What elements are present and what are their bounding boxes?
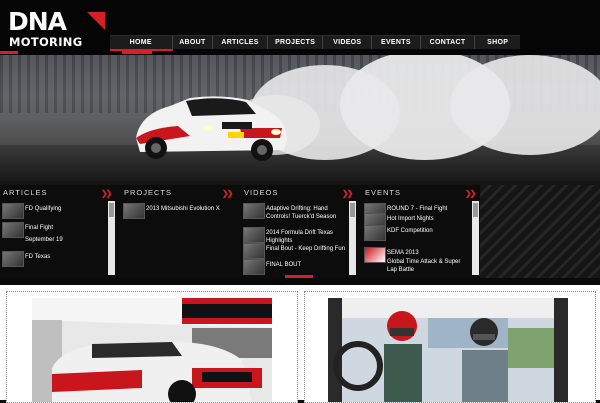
articles-heading[interactable]: ARTICLES	[3, 188, 48, 197]
videos-heading[interactable]: VIDEOS	[244, 188, 278, 197]
article-thumbnail	[2, 203, 24, 219]
videos-column: VIDEOS ❯❯ Adaptive Drifting: Hand Contro…	[241, 185, 359, 278]
nav-contact[interactable]: CONTACT	[421, 36, 476, 49]
events-column: EVENTS ❯❯ ROUND 7 - Final Fight Hot Impo…	[362, 185, 480, 278]
logo-flag-icon	[87, 12, 105, 30]
list-item[interactable]: Adaptive Drifting: Hand Controls! Tuerck…	[241, 203, 349, 225]
nav-about[interactable]: ABOUT	[173, 36, 214, 49]
nav-events[interactable]: EVENTS	[372, 36, 421, 49]
scrollbar-thumb[interactable]	[473, 203, 478, 217]
video-title[interactable]: Adaptive Drifting: Hand Controls! Tuerck…	[266, 205, 346, 221]
nav-shop[interactable]: SHOP	[475, 36, 520, 49]
events-scrollbar[interactable]	[472, 201, 479, 275]
header-accent-stripe	[0, 51, 18, 54]
video-thumbnail	[243, 259, 265, 275]
video-thumbnail	[243, 243, 265, 259]
header-accent-stripe	[122, 51, 152, 54]
main-nav: HOME ABOUT ARTICLES PROJECTS VIDEOS EVEN…	[110, 35, 520, 51]
nav-videos[interactable]: VIDEOS	[323, 36, 373, 49]
events-heading[interactable]: EVENTS	[365, 188, 401, 197]
strip-accent-stripe	[285, 275, 313, 278]
nav-home[interactable]: HOME	[110, 36, 173, 51]
videos-scrollbar[interactable]	[349, 201, 356, 275]
article-title[interactable]: FD Texas	[25, 253, 105, 261]
nav-articles[interactable]: ARTICLES	[213, 36, 268, 49]
list-item[interactable]: Final Bout - Keep Drifting Fun	[241, 243, 349, 259]
nav-projects[interactable]: PROJECTS	[268, 36, 324, 49]
double-chevron-right-icon[interactable]: ❯❯	[222, 189, 233, 198]
projects-heading[interactable]: PROJECTS	[124, 188, 172, 197]
drift-car-image	[136, 96, 287, 161]
list-item[interactable]: 2013 Mitsubishi Evolution X	[121, 203, 239, 221]
double-chevron-right-icon[interactable]: ❯❯	[101, 189, 112, 198]
projects-column: PROJECTS ❯❯ 2013 Mitsubishi Evolution X	[121, 185, 239, 278]
articles-scrollbar[interactable]	[108, 201, 115, 275]
double-chevron-right-icon[interactable]: ❯❯	[465, 189, 476, 198]
dna-motoring-logo[interactable]: DNA MOTORING	[8, 7, 105, 49]
list-item[interactable]: FD Texas	[0, 251, 100, 269]
video-thumbnail	[243, 227, 265, 243]
scrollbar-thumb[interactable]	[109, 203, 114, 217]
event-title[interactable]: Hot Import Nights	[387, 215, 467, 223]
event-thumbnail	[364, 225, 386, 241]
video-thumbnail	[243, 203, 265, 219]
project-thumbnail	[123, 203, 145, 219]
list-item[interactable]: Global Time Attack & Super Lap Battle	[362, 256, 472, 274]
list-item[interactable]: September 19	[0, 234, 100, 252]
list-item[interactable]: FD Qualifying	[0, 203, 100, 221]
garage-photo[interactable]	[32, 298, 272, 402]
site-header: DNA MOTORING HOME ABOUT ARTICLES PROJECT…	[0, 0, 600, 55]
logo-wordmark-bottom: MOTORING	[9, 35, 83, 49]
content-strip: ARTICLES ❯❯ FD Qualifying Final Fight Se…	[0, 185, 600, 278]
list-item[interactable]: KDF Competition	[362, 225, 472, 243]
article-title[interactable]: Final Fight	[25, 224, 105, 232]
video-title[interactable]: FINAL BOUT	[266, 261, 346, 269]
feature-section	[0, 285, 600, 403]
project-title[interactable]: 2013 Mitsubishi Evolution X	[146, 205, 238, 213]
logo-wordmark-top: DNA	[8, 7, 67, 36]
hero-banner[interactable]	[0, 55, 600, 185]
video-title[interactable]: Final Bout - Keep Drifting Fun	[266, 245, 346, 253]
event-title[interactable]: KDF Competition	[387, 227, 467, 235]
in-car-photo[interactable]	[328, 298, 568, 402]
event-title[interactable]: Global Time Attack & Super Lap Battle	[387, 258, 467, 274]
event-title[interactable]: ROUND 7 - Final Fight	[387, 205, 467, 213]
article-title[interactable]: September 19	[25, 236, 105, 244]
articles-column: ARTICLES ❯❯ FD Qualifying Final Fight Se…	[0, 185, 118, 278]
list-item[interactable]: FINAL BOUT	[241, 259, 349, 275]
article-thumbnail	[2, 251, 24, 267]
smoke-cloud	[450, 55, 600, 155]
scrollbar-thumb[interactable]	[350, 203, 355, 217]
double-chevron-right-icon[interactable]: ❯❯	[342, 189, 353, 198]
article-title[interactable]: FD Qualifying	[25, 205, 105, 213]
